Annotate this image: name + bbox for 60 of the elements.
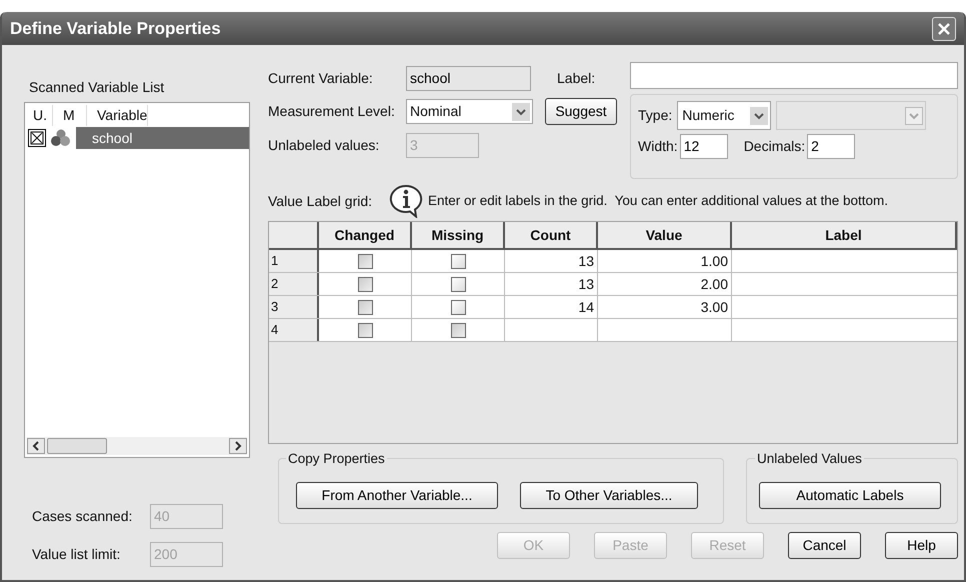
width-field[interactable]: 12 <box>680 134 728 159</box>
suggest-button[interactable]: Suggest <box>545 98 617 125</box>
count-cell-text: 13 <box>578 252 594 270</box>
automatic-labels-button[interactable]: Automatic Labels <box>759 482 941 508</box>
row-header[interactable]: 2 <box>269 273 319 295</box>
scroll-left-icon[interactable] <box>27 438 45 454</box>
measurement-level-dropdown[interactable]: Nominal <box>406 99 533 124</box>
horizontal-scrollbar[interactable] <box>27 437 247 455</box>
field-label: Value list limit: <box>31 545 122 564</box>
scroll-thumb[interactable] <box>47 438 107 454</box>
value-cell-text: 2.00 <box>700 274 728 294</box>
label-field[interactable] <box>630 62 958 89</box>
dialog-button[interactable]: Cancel <box>788 532 861 559</box>
nominal-icon <box>50 129 72 147</box>
row-header[interactable]: 1 <box>269 250 319 272</box>
value-cell-text: 3.00 <box>700 298 728 316</box>
row-header[interactable]: 3 <box>269 296 319 318</box>
column-header[interactable]: M <box>53 104 87 126</box>
checkbox[interactable] <box>450 254 466 268</box>
close-icon <box>937 22 951 36</box>
field-label: Cases scanned: <box>31 507 134 526</box>
column-header[interactable]: U. <box>25 104 53 126</box>
checkbox[interactable] <box>450 300 466 314</box>
field-label: Type: <box>638 106 672 125</box>
checkbox[interactable] <box>28 129 46 147</box>
to-other-variables-button[interactable]: To Other Variables... <box>520 482 698 508</box>
column-header[interactable]: Label <box>732 222 957 248</box>
window-title: Define Variable Properties <box>10 18 221 40</box>
scroll-right-icon[interactable] <box>229 438 247 454</box>
dialog-button[interactable]: Help <box>885 532 958 559</box>
list-title: Scanned Variable List <box>29 78 166 97</box>
column-header[interactable]: Missing <box>412 222 505 248</box>
type-dropdown[interactable]: Numeric <box>677 101 772 130</box>
chevron-icon <box>512 102 530 120</box>
field-label: Decimals: <box>744 137 806 156</box>
field-label: Current Variable: <box>268 69 374 88</box>
decimals-field[interactable]: 2 <box>807 134 856 159</box>
field-label: Label: <box>557 69 596 88</box>
column-header[interactable]: Variable <box>87 104 148 126</box>
field-label: Unlabeled values: <box>268 136 380 155</box>
close-button[interactable] <box>932 16 956 40</box>
current-variable-field[interactable]: school <box>406 66 531 91</box>
checkbox[interactable] <box>450 276 466 292</box>
column-header[interactable]: Changed <box>319 222 412 248</box>
grid-hint: Enter or edit labels in the grid. You can enter additional values at the bottom. <box>428 192 888 210</box>
chevron-icon <box>905 106 924 124</box>
info-icon <box>388 184 424 218</box>
row-header[interactable]: 4 <box>269 319 319 341</box>
field-label: Width: <box>638 137 678 156</box>
field-label: Measurement Level: <box>268 102 396 121</box>
column-header[interactable]: Count <box>505 222 598 248</box>
count-cell-text: 13 <box>578 274 594 294</box>
chevron-icon <box>750 106 768 124</box>
from-another-variable-button[interactable]: From Another Variable... <box>296 482 498 508</box>
column-header[interactable]: Value <box>598 222 732 248</box>
count-cell-text: 14 <box>578 298 594 316</box>
value-cell-text: 1.00 <box>700 252 728 270</box>
variable-item[interactable]: school <box>76 127 249 149</box>
check-x-icon <box>30 131 44 145</box>
grid-label: Value Label grid: <box>268 192 374 211</box>
